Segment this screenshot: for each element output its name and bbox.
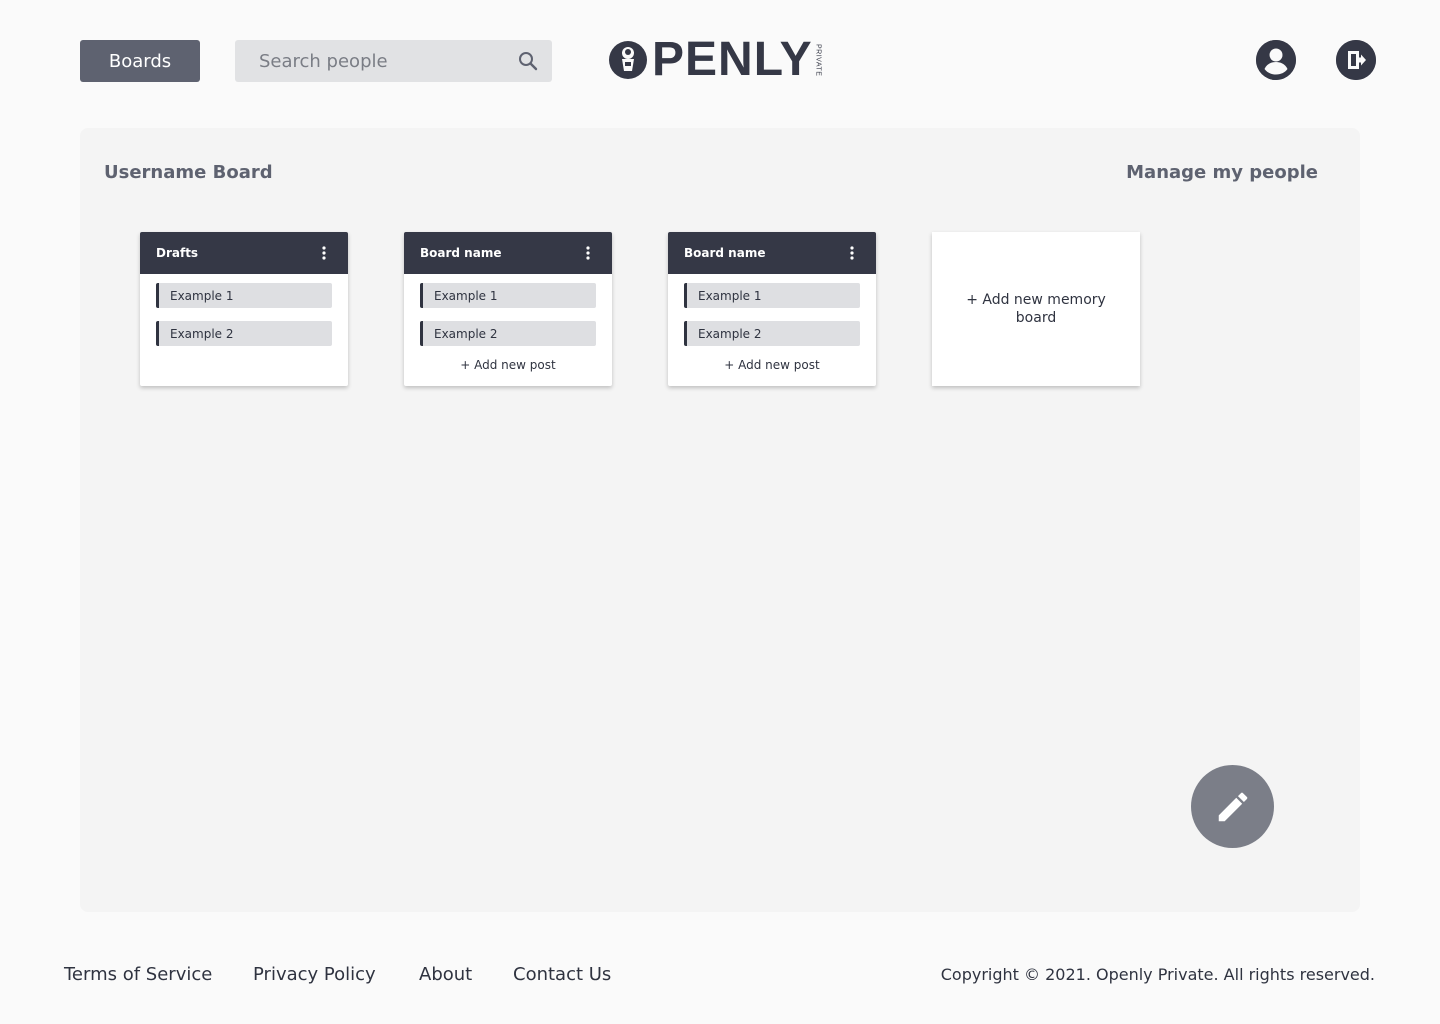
boards-button[interactable]: Boards: [80, 40, 200, 82]
add-post-button[interactable]: + Add new post: [404, 358, 612, 372]
logo-keyhole-icon: [609, 41, 647, 79]
account-circle-icon: [1256, 40, 1296, 80]
about-link[interactable]: About: [419, 964, 472, 985]
search-input[interactable]: [259, 50, 516, 72]
profile-button[interactable]: [1256, 40, 1296, 80]
board-card: Board name Example 1 Example 2 + Add new…: [404, 232, 612, 386]
logout-button[interactable]: [1336, 40, 1376, 80]
board-title: Username Board: [104, 162, 273, 183]
board-panel: Username Board Manage my people Drafts E…: [80, 128, 1360, 912]
contact-link[interactable]: Contact Us: [513, 964, 611, 985]
card-header: Drafts: [140, 232, 348, 274]
copyright-text: Copyright © 2021. Openly Private. All ri…: [940, 965, 1375, 984]
openly-logo: PENLY PRIVATE: [608, 36, 822, 84]
card-header: Board name: [404, 232, 612, 274]
post-item[interactable]: Example 1: [420, 283, 596, 308]
compose-fab[interactable]: [1191, 765, 1274, 848]
logout-icon: [1336, 40, 1376, 80]
edit-pencil-icon: [1218, 792, 1247, 821]
card-title: Board name: [420, 246, 502, 260]
card-title: Drafts: [156, 246, 199, 260]
card-header: Board name: [668, 232, 876, 274]
more-vert-icon[interactable]: [844, 245, 860, 261]
post-item[interactable]: Example 1: [684, 283, 860, 308]
search-icon[interactable]: [516, 49, 540, 73]
add-memory-board-button[interactable]: + Add new memory board: [932, 232, 1140, 386]
search-bar[interactable]: [235, 40, 552, 82]
add-post-button[interactable]: + Add new post: [668, 358, 876, 372]
post-item[interactable]: Example 1: [156, 283, 332, 308]
board-card-drafts: Drafts Example 1 Example 2: [140, 232, 348, 386]
add-board-label: + Add new memory board: [966, 292, 1106, 326]
manage-people-link[interactable]: Manage my people: [1126, 162, 1318, 183]
logo-subtitle: PRIVATE: [814, 43, 822, 77]
more-vert-icon[interactable]: [316, 245, 332, 261]
post-item[interactable]: Example 2: [684, 321, 860, 346]
top-bar: Boards PENLY PRIVATE: [0, 0, 1440, 120]
logo-wordmark: PENLY: [652, 33, 813, 86]
more-vert-icon[interactable]: [580, 245, 596, 261]
privacy-link[interactable]: Privacy Policy: [253, 964, 376, 985]
terms-link[interactable]: Terms of Service: [64, 964, 212, 985]
post-item[interactable]: Example 2: [420, 321, 596, 346]
card-title: Board name: [684, 246, 766, 260]
post-item[interactable]: Example 2: [156, 321, 332, 346]
board-card: Board name Example 1 Example 2 + Add new…: [668, 232, 876, 386]
footer: Terms of Service Privacy Policy About Co…: [0, 960, 1440, 1000]
